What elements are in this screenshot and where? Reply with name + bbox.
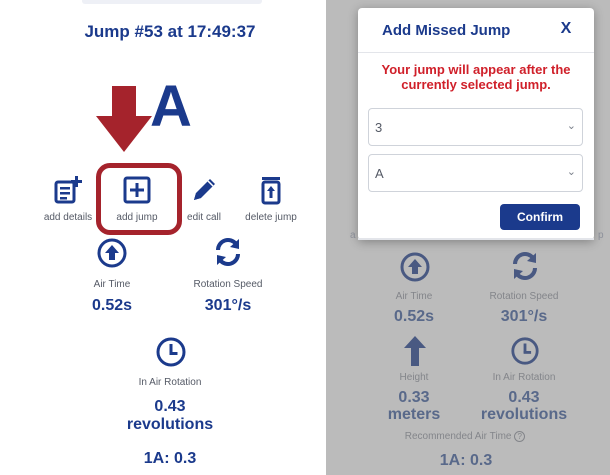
modal-footer-line — [358, 238, 594, 240]
modal-divider — [358, 52, 594, 53]
jump-type-select[interactable]: A ⌄ — [368, 154, 583, 192]
pencil-icon — [194, 179, 215, 200]
delete-jump-button[interactable]: delete jump — [238, 174, 304, 223]
modal-warning: Your jump will appear after the currentl… — [381, 62, 571, 92]
sync-icon — [216, 238, 240, 266]
in-air-rotation-value: 0.43 — [154, 398, 186, 415]
chevron-down-icon: ⌄ — [566, 120, 576, 132]
down-arrow-annotation — [96, 86, 152, 152]
close-button[interactable]: X — [554, 20, 578, 42]
jump-title: Jump #53 at 17:49:37 — [84, 22, 256, 41]
hidden-label-fragment: a — [350, 230, 356, 241]
air-time-label: Air Time — [93, 279, 131, 290]
arrow-up-circle-icon — [97, 238, 127, 268]
in-air-rotation-label: In Air Rotation — [138, 377, 202, 388]
rotation-speed-label: Rotation Speed — [193, 279, 263, 290]
confirm-button[interactable]: Confirm — [500, 204, 580, 230]
screen: Jump #53 at 17:49:37 A add details add j… — [0, 0, 610, 475]
jump-code-summary: 1A: 0.3 — [143, 450, 197, 467]
rotation-select[interactable]: 3 ⌄ — [368, 108, 583, 146]
add-details-icon — [54, 176, 82, 204]
add-jump-highlight-box — [96, 163, 182, 235]
jump-detail-panel: Jump #53 at 17:49:37 A add details add j… — [0, 0, 326, 475]
add-missed-jump-panel: Air Time 0.52s Rotation Speed 301°/s Hei… — [326, 0, 610, 475]
clock-icon — [156, 337, 186, 367]
rotation-select-value: 3 — [375, 120, 383, 135]
rotation-speed-value: 301°/s — [204, 297, 252, 314]
add-details-button[interactable]: add details — [40, 174, 96, 223]
in-air-rotation-unit: revolutions — [126, 416, 214, 433]
add-details-label: add details — [43, 212, 93, 223]
jump-type-select-value: A — [375, 166, 384, 181]
hidden-label-fragment: p — [598, 230, 604, 241]
header-tab — [82, 0, 262, 4]
edit-call-label: edit call — [187, 212, 221, 223]
air-time-value: 0.52s — [91, 297, 133, 314]
delete-jump-label: delete jump — [245, 212, 297, 223]
modal-title: Add Missed Jump — [382, 22, 511, 39]
add-missed-jump-modal: Add Missed Jump X Your jump will appear … — [358, 8, 594, 240]
trash-icon — [261, 177, 281, 205]
annotation-letter: A — [150, 74, 192, 139]
chevron-down-icon: ⌄ — [566, 166, 576, 178]
edit-call-button[interactable]: edit call — [178, 174, 230, 223]
